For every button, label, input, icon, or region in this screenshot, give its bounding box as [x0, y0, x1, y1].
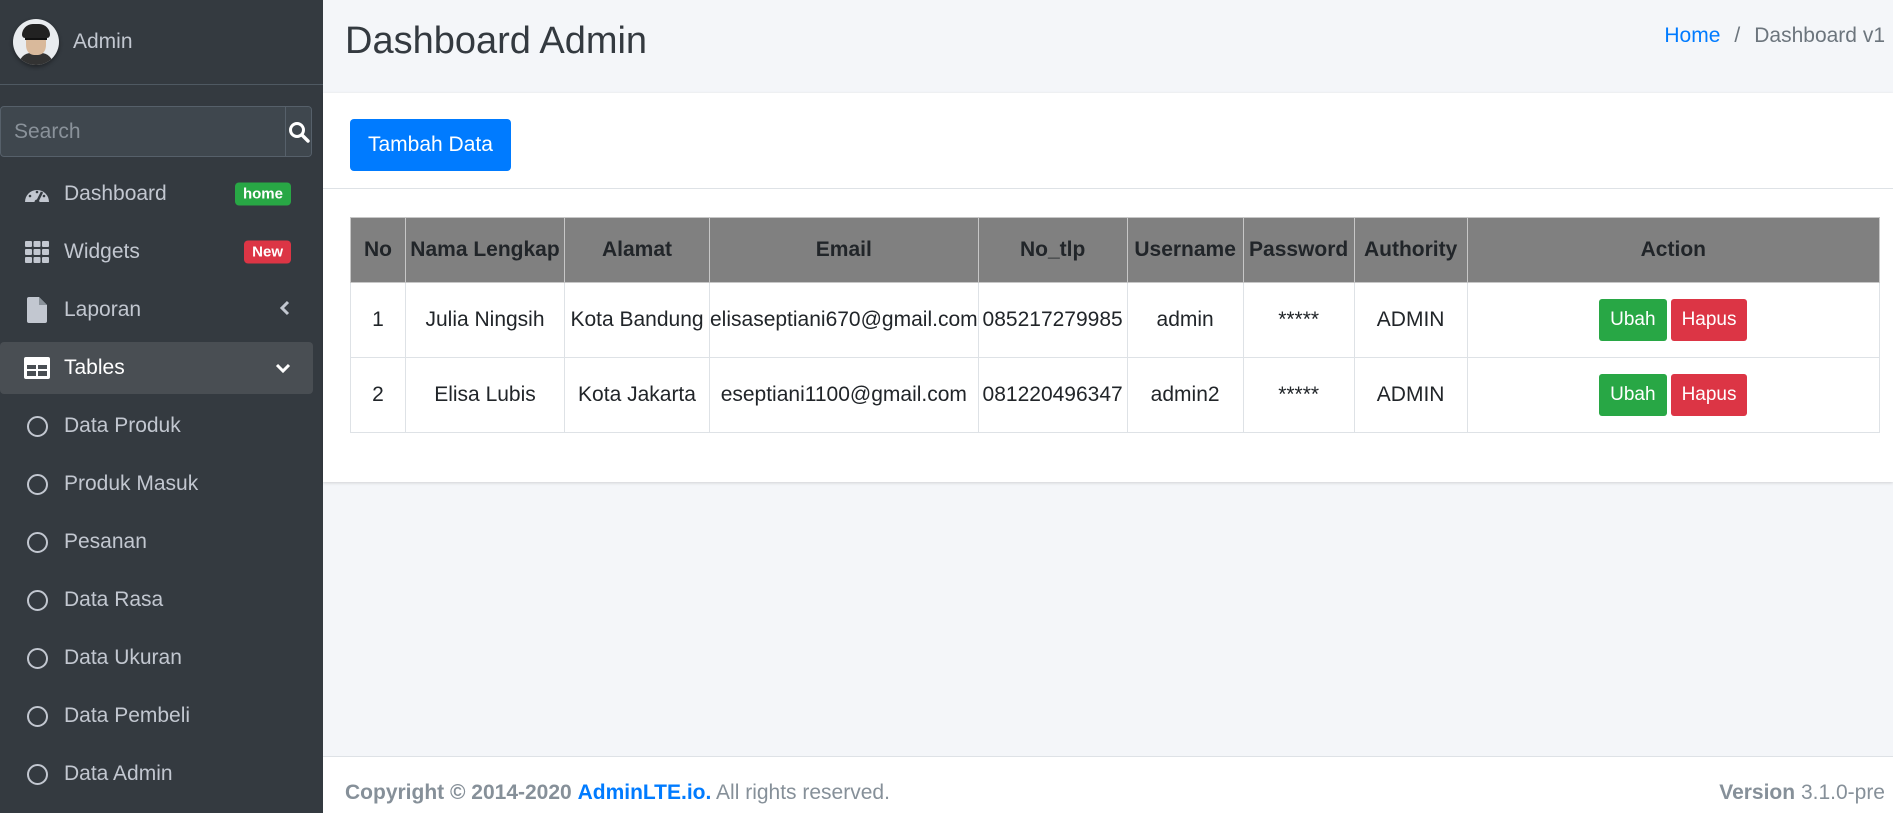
edit-button[interactable]: Ubah: [1599, 374, 1667, 416]
table-header-row: No Nama Lengkap Alamat Email No_tlp User…: [350, 217, 1881, 283]
sidebar-item-label: Tables: [64, 356, 125, 379]
version-label: Version: [1719, 781, 1796, 804]
cell-action: Ubah Hapus: [1466, 357, 1881, 433]
cell-authority: ADMIN: [1353, 282, 1468, 358]
edit-button[interactable]: Ubah: [1599, 299, 1667, 341]
cell-alamat: Kota Bandung: [564, 282, 710, 358]
table-icon: [22, 355, 52, 381]
sidebar-item-label: Produk Masuk: [64, 472, 199, 495]
sidebar-item-data-ukuran[interactable]: Data Ukuran: [0, 632, 313, 684]
search-input[interactable]: [1, 107, 285, 156]
breadcrumb-current: Dashboard v1: [1754, 24, 1885, 47]
cell-alamat: Kota Jakarta: [564, 357, 710, 433]
copyright-text: Copyright © 2014-2020: [345, 781, 572, 804]
cell-phone: 081220496347: [977, 357, 1128, 433]
card-header: Tambah Data: [323, 93, 1893, 189]
sidebar: Admin Dashboard home Widgets New: [0, 0, 323, 813]
sidebar-item-widgets[interactable]: Widgets New: [0, 226, 313, 278]
cell-username: admin: [1126, 282, 1244, 358]
sidebar-item-produk-masuk[interactable]: Produk Masuk: [0, 458, 313, 510]
tachometer-icon: [22, 181, 52, 207]
sidebar-search: [0, 106, 312, 157]
cell-email: eseptiani1100@gmail.com: [709, 357, 979, 433]
cell-password: *****: [1242, 357, 1355, 433]
sidebar-item-dashboard[interactable]: Dashboard home: [0, 168, 313, 220]
search-icon: [288, 121, 310, 143]
footer: Copyright © 2014-2020 AdminLTE.io. All r…: [323, 756, 1893, 813]
avatar[interactable]: [13, 19, 59, 65]
user-panel: Admin: [0, 0, 323, 85]
home-badge: home: [234, 182, 291, 206]
content-header: Dashboard Admin Home / Dashboard v1: [323, 0, 1893, 93]
column-header: No_tlp: [977, 217, 1128, 283]
sidebar-item-label: Widgets: [64, 240, 140, 263]
sidebar-item-tables[interactable]: Tables: [0, 342, 313, 394]
rights-text: All rights reserved.: [716, 781, 890, 804]
chevron-left-icon: [279, 298, 291, 322]
sidebar-item-label: Data Rasa: [64, 588, 164, 611]
table-row: 2 Elisa Lubis Kota Jakarta eseptiani1100…: [350, 357, 1881, 433]
cell-no: 1: [350, 282, 406, 358]
column-header: Password: [1242, 217, 1355, 283]
breadcrumb-separator: /: [1734, 24, 1741, 47]
cell-username: admin2: [1126, 357, 1244, 433]
breadcrumb: Home / Dashboard v1: [1664, 24, 1885, 48]
circle-icon: [26, 705, 48, 727]
new-badge: New: [244, 240, 291, 264]
sidebar-item-label: Data Produk: [64, 414, 181, 437]
footer-version: Version 3.1.0-pre: [1719, 781, 1885, 805]
delete-button[interactable]: Hapus: [1670, 299, 1748, 341]
column-header: Nama Lengkap: [405, 217, 565, 283]
footer-brand-link[interactable]: AdminLTE.io.: [578, 781, 712, 804]
circle-icon: [26, 473, 48, 495]
circle-icon: [26, 763, 48, 785]
sidebar-item-data-produk[interactable]: Data Produk: [0, 400, 313, 452]
file-icon: [22, 297, 52, 323]
grid-icon: [22, 239, 52, 265]
cell-authority: ADMIN: [1353, 357, 1468, 433]
cell-password: *****: [1242, 282, 1355, 358]
cell-action: Ubah Hapus: [1466, 282, 1881, 358]
sidebar-item-label: Dashboard: [64, 182, 167, 205]
cell-nama: Julia Ningsih: [405, 282, 565, 358]
add-data-button[interactable]: Tambah Data: [350, 119, 511, 171]
sidebar-item-laporan[interactable]: Laporan: [0, 284, 313, 336]
sidebar-nav: Dashboard home Widgets New Laporan Table…: [0, 168, 323, 806]
delete-button[interactable]: Hapus: [1670, 374, 1748, 416]
circle-icon: [26, 531, 48, 553]
cell-no: 2: [350, 357, 406, 433]
sidebar-item-data-rasa[interactable]: Data Rasa: [0, 574, 313, 626]
sidebar-item-data-admin[interactable]: Data Admin: [0, 748, 313, 800]
cell-nama: Elisa Lubis: [405, 357, 565, 433]
page-title: Dashboard Admin: [345, 20, 648, 62]
column-header: No: [350, 217, 406, 283]
footer-copyright: Copyright © 2014-2020 AdminLTE.io. All r…: [345, 781, 890, 805]
column-header: Action: [1466, 217, 1881, 283]
user-name[interactable]: Admin: [73, 30, 133, 54]
circle-icon: [26, 647, 48, 669]
data-card: Tambah Data No Nama Lengkap Alamat Email…: [323, 93, 1893, 482]
sidebar-item-label: Data Admin: [64, 762, 173, 785]
circle-icon: [26, 589, 48, 611]
sidebar-item-label: Data Ukuran: [64, 646, 182, 669]
sidebar-item-pesanan[interactable]: Pesanan: [0, 516, 313, 568]
column-header: Authority: [1353, 217, 1468, 283]
column-header: Alamat: [564, 217, 710, 283]
search-button[interactable]: [285, 107, 311, 156]
column-header: Email: [709, 217, 979, 283]
cell-phone: 085217279985: [977, 282, 1128, 358]
version-number: 3.1.0-pre: [1800, 781, 1885, 804]
chevron-down-icon: [275, 356, 291, 380]
sidebar-item-data-pembeli[interactable]: Data Pembeli: [0, 690, 313, 742]
cell-email: elisaseptiani670@gmail.com: [709, 282, 979, 358]
table-row: 1 Julia Ningsih Kota Bandung elisaseptia…: [350, 282, 1881, 358]
breadcrumb-home-link[interactable]: Home: [1664, 24, 1720, 48]
admin-table: No Nama Lengkap Alamat Email No_tlp User…: [350, 217, 1881, 433]
sidebar-item-label: Laporan: [64, 298, 142, 321]
circle-icon: [26, 415, 48, 437]
sidebar-item-label: Pesanan: [64, 530, 147, 553]
column-header: Username: [1126, 217, 1244, 283]
sidebar-item-label: Data Pembeli: [64, 704, 191, 727]
